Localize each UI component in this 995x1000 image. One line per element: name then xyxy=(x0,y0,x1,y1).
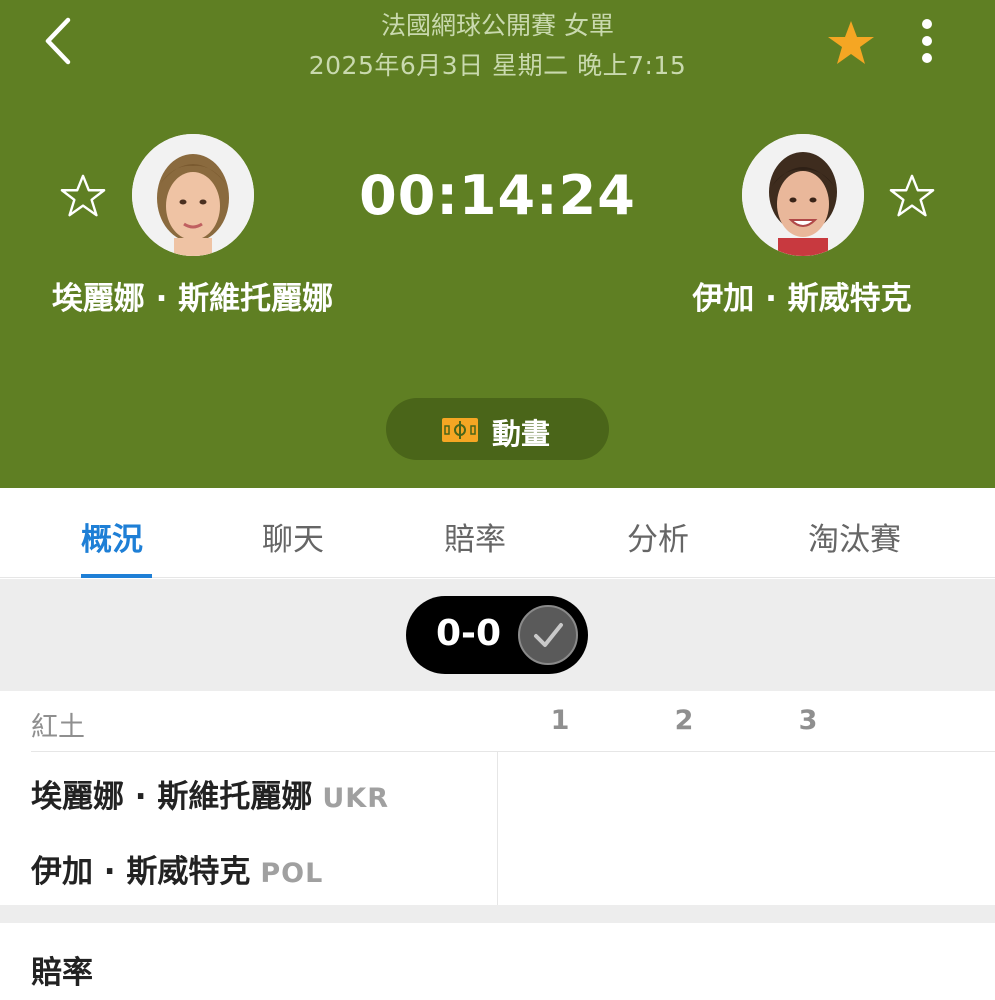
row-player-name: 埃麗娜 · 斯維托麗娜 xyxy=(31,779,313,815)
set-header-2: 2 xyxy=(674,705,694,736)
section-gap xyxy=(0,905,995,923)
more-options-button[interactable] xyxy=(912,16,942,72)
tab-chat[interactable]: 聊天 xyxy=(262,514,324,559)
player1-name[interactable]: 埃麗娜 · 斯維托麗娜 xyxy=(40,278,345,320)
tab-overview[interactable]: 概況 xyxy=(81,514,143,559)
tab-bar: 概況 聊天 賠率 分析 淘汰賽 xyxy=(0,488,995,578)
more-vertical-icon xyxy=(922,19,932,29)
table-divider xyxy=(31,751,995,752)
set-header-3: 3 xyxy=(798,705,818,736)
active-tab-indicator xyxy=(81,574,152,578)
current-score: 0-0 xyxy=(436,613,502,654)
set-header-1: 1 xyxy=(550,705,570,736)
set-score-table: 紅土 1 2 3 埃麗娜 · 斯維托麗娜 UKR 伊加 · 斯威特克 POL xyxy=(0,691,995,905)
tab-odds[interactable]: 賠率 xyxy=(444,514,506,559)
follow-player2-button[interactable] xyxy=(888,172,936,220)
player1-avatar[interactable] xyxy=(132,134,254,256)
tab-knockout[interactable]: 淘汰賽 xyxy=(808,514,901,559)
animation-label: 動畫 xyxy=(492,417,551,451)
match-timer: 00:14:24 xyxy=(359,164,636,227)
table-row[interactable]: 埃麗娜 · 斯維托麗娜 UKR xyxy=(31,771,389,816)
match-header: 法國網球公開賽 女單 2025年6月3日 星期二 晚上7:15 埃麗娜 · 斯維… xyxy=(0,0,995,488)
score-confirm-button[interactable] xyxy=(518,605,578,665)
star-outline-icon xyxy=(60,174,106,217)
pitch-icon xyxy=(442,418,478,442)
star-outline-icon xyxy=(889,174,935,217)
follow-player1-button[interactable] xyxy=(59,172,107,220)
court-surface: 紅土 xyxy=(31,712,85,743)
check-icon xyxy=(534,623,563,647)
row-player-name: 伊加 · 斯威特克 xyxy=(31,854,251,890)
player2-name[interactable]: 伊加 · 斯威特克 xyxy=(662,278,942,320)
player2-avatar[interactable] xyxy=(742,134,864,256)
table-column-divider xyxy=(497,752,498,905)
odds-section-title: 賠率 xyxy=(31,955,93,991)
animation-button[interactable]: 動畫 xyxy=(386,398,609,460)
score-strip: 0-0 xyxy=(0,579,995,691)
star-filled-icon xyxy=(828,21,874,64)
table-row[interactable]: 伊加 · 斯威特克 POL xyxy=(31,846,323,891)
score-pill: 0-0 xyxy=(406,596,588,674)
favorite-button[interactable] xyxy=(826,18,876,68)
country-code: UKR xyxy=(322,783,390,814)
tab-analysis[interactable]: 分析 xyxy=(627,514,689,559)
country-code: POL xyxy=(260,858,324,889)
